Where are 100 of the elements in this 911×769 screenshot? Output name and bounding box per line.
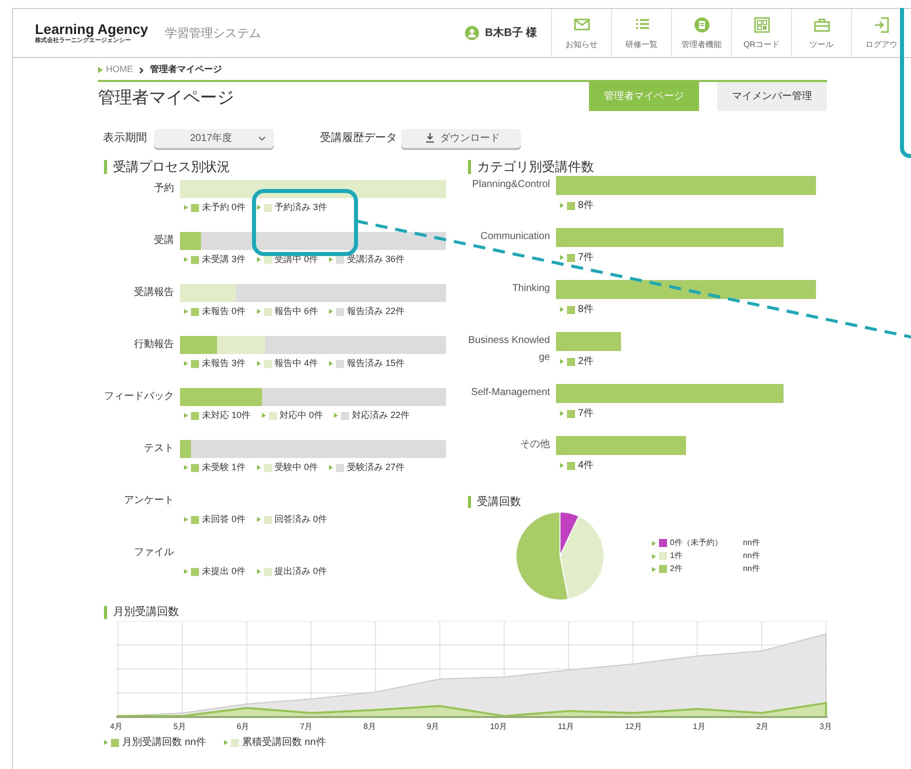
legend-arrow-icon: [184, 361, 188, 366]
bar: [556, 332, 621, 351]
system-name: 学習管理システム: [165, 25, 261, 42]
category-label: その他: [519, 438, 551, 452]
row-label: 予約: [153, 182, 175, 196]
axis-label: 9月: [426, 721, 440, 733]
axis-label: 4月: [110, 721, 122, 733]
legend-arrow-icon: [329, 257, 334, 262]
legend-arrow-icon: [256, 257, 261, 262]
row-label: テスト: [143, 442, 175, 456]
nav-item[interactable]: ログアウ: [851, 9, 911, 57]
logout-icon: [872, 16, 890, 34]
legend-swatch: [567, 358, 575, 366]
section-title: 受講回数: [468, 496, 818, 508]
section-title: 月別受講回数: [104, 606, 827, 619]
category-label: Planning&Control: [471, 178, 551, 192]
axis-label: 3月: [820, 721, 832, 733]
legend-arrow-icon: [560, 411, 564, 416]
page-title: 管理者マイページ: [98, 87, 234, 109]
logo: Learning Agency: [35, 21, 150, 37]
legend-arrow-icon: [256, 569, 261, 574]
legend-label: 未予約 0件: [202, 201, 246, 214]
download-icon: [425, 133, 435, 143]
qr-code-icon: [752, 16, 770, 34]
caret-icon: [258, 136, 266, 140]
axis-label: 7月: [300, 721, 312, 733]
legend-value: nn件: [743, 563, 760, 575]
axis-label: 8月: [363, 721, 376, 733]
legend-arrow-icon: [184, 413, 188, 418]
category-label: Communication: [480, 230, 551, 244]
legend-label: 未対応 10件: [202, 409, 251, 422]
legend-arrow-icon: [262, 413, 266, 418]
axis-label: 12月: [625, 721, 642, 733]
legend-label: 2件: [578, 355, 594, 369]
legend-arrow-icon: [652, 566, 656, 572]
legend-arrow-icon: [652, 540, 656, 546]
section-title: 受講プロセス別状況: [104, 160, 458, 174]
nav-item[interactable]: 管理者機能: [671, 9, 731, 57]
nav-item[interactable]: ツール: [791, 9, 851, 57]
legend-arrow-icon: [560, 359, 564, 364]
nav-item[interactable]: QRコード: [731, 9, 791, 57]
legend-arrow-icon: [256, 205, 261, 210]
download-button[interactable]: ダウンロード: [401, 128, 521, 148]
legend-label: 対応済み 22件: [352, 409, 410, 422]
legend-arrow-icon: [184, 517, 188, 522]
legend-swatch: [567, 306, 575, 314]
legend-label: 未回答 0件: [202, 513, 246, 526]
legend-label: 予約済み 3件: [274, 201, 328, 214]
legend-arrow-icon: [256, 465, 261, 470]
legend-arrow-icon: [184, 257, 188, 262]
axis-label: 6月: [236, 721, 250, 733]
legend-value: nn件: [743, 550, 760, 562]
tab[interactable]: マイメンバー管理: [717, 82, 827, 111]
legend-label: 未受講 3件: [202, 253, 246, 266]
breadcrumb-current: 管理者マイページ: [150, 63, 222, 76]
legend-arrow-icon: [184, 309, 188, 314]
legend-label: 7件: [578, 251, 594, 265]
legend-label: 未提出 0件: [202, 565, 246, 578]
legend-label: 報告中 6件: [274, 305, 318, 318]
legend-arrow-icon: [184, 465, 188, 470]
nav-item[interactable]: 研修一覧: [611, 9, 671, 57]
legend-label: 月別受講回数 nn件: [122, 736, 206, 750]
legend-label: 受験済み 27件: [347, 461, 405, 474]
axis-label: 10月: [490, 721, 507, 733]
legend-label: 受講済み 36件: [347, 253, 405, 266]
legend-arrow-icon: [329, 465, 334, 470]
legend-arrow-icon: [560, 307, 564, 312]
legend-label: 7件: [578, 407, 594, 421]
row-label: ファイル: [133, 546, 175, 560]
legend-label: 累積受講回数 nn件: [242, 736, 326, 750]
legend-swatch: [567, 462, 575, 470]
legend-arrow-icon: [224, 740, 228, 745]
legend-arrow-icon: [184, 569, 188, 574]
legend-swatch: [567, 202, 575, 210]
category-label: Self-Management: [470, 386, 551, 400]
legend-arrow-icon: [329, 309, 334, 314]
legend-label: 報告済み 15件: [347, 357, 405, 370]
category-label: Business Knowledge: [468, 334, 551, 365]
legend-label: 報告済み 22件: [347, 305, 405, 318]
legend-label: 回答済み 0件: [274, 513, 328, 526]
legend-label: 対応中 0件: [280, 409, 324, 422]
legend-arrow-icon: [256, 309, 261, 314]
legend-label: 1件: [670, 550, 684, 562]
legend-arrow-icon: [184, 205, 188, 210]
legend-arrow-icon: [560, 203, 564, 208]
legend-label: 受験中 0件: [274, 461, 318, 474]
axis-label: 1月: [692, 721, 706, 733]
legend-label: 未報告 0件: [202, 305, 246, 318]
period-dropdown[interactable]: 2017年度: [154, 128, 274, 148]
user-icon: [465, 26, 480, 40]
nav-item[interactable]: お知らせ: [551, 9, 611, 57]
history-label: 受講履歴データ: [320, 130, 397, 146]
legend-label: 未受験 1件: [202, 461, 246, 474]
legend-arrow-icon: [334, 413, 338, 418]
category-label: Thinking: [511, 282, 551, 296]
axis-label: 5月: [173, 721, 186, 733]
legend-value: nn件: [743, 537, 760, 549]
legend-arrow-icon: [256, 517, 261, 522]
breadcrumb-link[interactable]: HOME: [106, 63, 133, 77]
chevron-icon: [139, 66, 144, 74]
